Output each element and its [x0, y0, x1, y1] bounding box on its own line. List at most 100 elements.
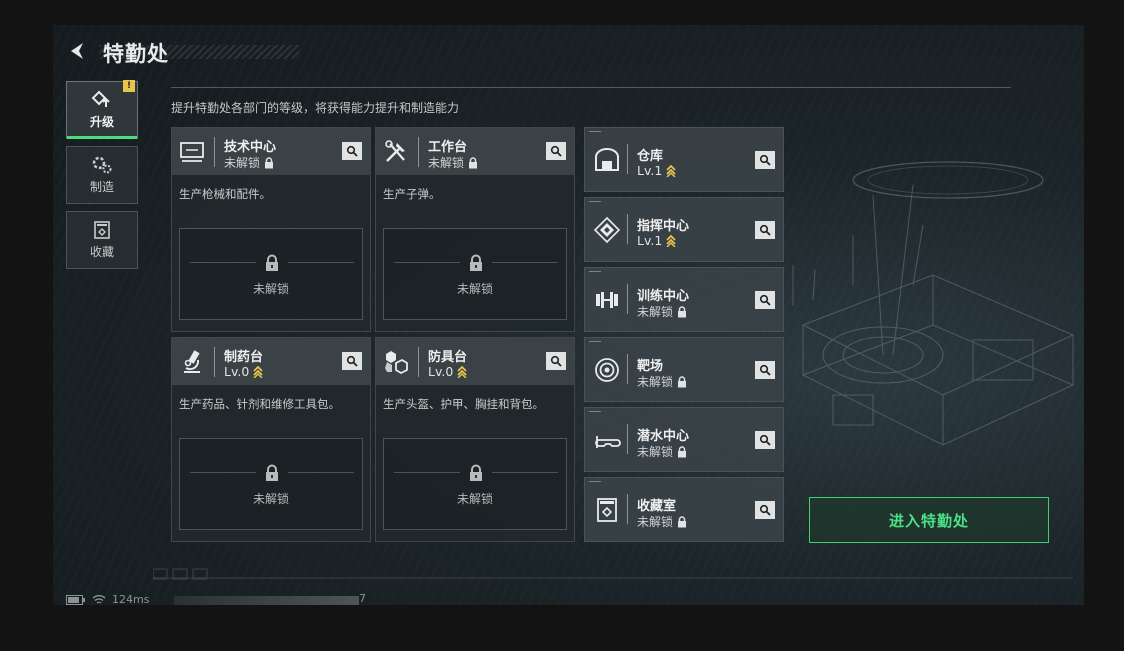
- card-status: 未解锁: [637, 303, 687, 320]
- lock-icon: [678, 375, 687, 387]
- battery-icon: [66, 594, 85, 605]
- collection-icon: [94, 221, 110, 239]
- locked-text: 未解锁: [252, 492, 289, 506]
- dept-card-diving-center[interactable]: 潜水中心 未解锁: [584, 407, 784, 472]
- dept-card-tech-center[interactable]: 技术中心 未解锁 生产枪械和配件。 未解锁: [171, 127, 371, 332]
- separator: [418, 347, 419, 377]
- dept-card-armor-bench[interactable]: 防具台 Lv.0 生产头盔、护甲、胸挂和背包。 未解锁: [375, 337, 575, 542]
- lock-icon: [678, 515, 687, 527]
- inspect-button[interactable]: [755, 221, 775, 239]
- lock-icon: [266, 254, 278, 271]
- counter-text: 7: [359, 592, 366, 605]
- nav-tab-craft[interactable]: 制造: [66, 146, 138, 204]
- card-name: 制药台: [224, 350, 264, 365]
- card-description: 生产子弹。: [383, 187, 441, 201]
- page-subtitle: 提升特勤处各部门的等级，将获得能力提升和制造能力: [171, 101, 460, 115]
- ping-text: 124ms: [112, 593, 150, 605]
- deco-line: [492, 262, 558, 263]
- upgrade-icon: [91, 90, 110, 107]
- warehouse-icon: [595, 148, 619, 171]
- card-name: 收藏室: [637, 499, 677, 514]
- lock-icon: [266, 464, 278, 481]
- inspect-button[interactable]: [546, 142, 566, 160]
- magnifier-icon: [759, 294, 771, 306]
- page-title: 特勤处: [103, 42, 169, 66]
- status-text: 未解锁: [637, 305, 674, 319]
- inspect-button[interactable]: [755, 361, 775, 379]
- lock-icon: [265, 156, 274, 168]
- tools-icon: [385, 140, 405, 162]
- level-text: Lv.0: [428, 364, 454, 379]
- nav-tab-collection[interactable]: 收藏: [66, 211, 138, 269]
- inspect-button[interactable]: [755, 431, 775, 449]
- dept-card-collection-room[interactable]: 收藏室 未解锁: [584, 477, 784, 542]
- card-name: 训练中心: [637, 289, 690, 304]
- card-status: 未解锁: [637, 513, 687, 530]
- magnifier-icon: [759, 504, 771, 516]
- deco-line: [288, 262, 354, 263]
- locked-slot: 未解锁: [179, 438, 363, 530]
- card-name: 指挥中心: [637, 219, 690, 234]
- dumbbell-icon: [596, 292, 618, 308]
- separator: [627, 494, 628, 524]
- dept-card-pharmacy[interactable]: 制药台 Lv.0 生产药品、针剂和维修工具包。 未解锁: [171, 337, 371, 542]
- locked-text: 未解锁: [252, 282, 289, 296]
- inspect-button[interactable]: [546, 352, 566, 370]
- magnifier-icon: [759, 154, 771, 166]
- command-icon: [593, 216, 621, 244]
- base-blueprint-illustration: [792, 161, 1075, 446]
- magnifier-icon: [759, 434, 771, 446]
- inspect-button[interactable]: [342, 352, 362, 370]
- magnifier-icon: [346, 355, 358, 367]
- nav-label: 收藏: [89, 245, 114, 259]
- dept-card-warehouse[interactable]: 仓库 Lv.1: [584, 127, 784, 192]
- app-frame: 特勤处 ! 升级 制造 收藏 提升特勤处各部门的等级，将获得能力提升和制造能力: [0, 0, 1124, 651]
- lock-icon: [678, 445, 687, 457]
- card-status: Lv.1: [637, 233, 676, 248]
- magnifier-icon: [346, 145, 358, 157]
- dept-card-shooting-range[interactable]: 靶场 未解锁: [584, 337, 784, 402]
- gears-icon: [92, 156, 112, 174]
- inspect-button[interactable]: [342, 142, 362, 160]
- inspect-button[interactable]: [755, 501, 775, 519]
- locked-text: 未解锁: [456, 282, 493, 296]
- separator: [627, 144, 628, 174]
- nav-tab-upgrade[interactable]: ! 升级: [66, 80, 138, 139]
- inspect-button[interactable]: [755, 291, 775, 309]
- computer-icon: [180, 142, 204, 162]
- deco-line: [190, 472, 256, 473]
- card-header: 制药台 Lv.0: [172, 338, 370, 385]
- card-name: 技术中心: [224, 140, 277, 155]
- magnifier-icon: [550, 145, 562, 157]
- locked-slot: 未解锁: [179, 228, 363, 320]
- dept-card-training-center[interactable]: 训练中心 未解锁: [584, 267, 784, 332]
- separator: [627, 284, 628, 314]
- dept-card-workbench[interactable]: 工作台 未解锁 生产子弹。 未解锁: [375, 127, 575, 332]
- lock-icon: [469, 156, 478, 168]
- locked-slot: 未解锁: [383, 438, 567, 530]
- magnifier-icon: [550, 355, 562, 367]
- level-text: Lv.1: [637, 233, 663, 248]
- separator: [627, 214, 628, 244]
- deco-line: [492, 472, 558, 473]
- card-status: 未解锁: [224, 154, 274, 171]
- level-text: Lv.1: [637, 163, 663, 178]
- status-text: 未解锁: [637, 445, 674, 459]
- diving-mask-icon: [595, 436, 621, 448]
- upgrade-chevron-icon: [666, 164, 676, 177]
- magnifier-icon: [759, 224, 771, 236]
- card-description: 生产药品、针剂和维修工具包。: [179, 397, 340, 411]
- status-text: 未解锁: [224, 156, 261, 170]
- level-text: Lv.0: [224, 364, 250, 379]
- back-arrow-icon[interactable]: [67, 40, 89, 62]
- enter-special-ops-button[interactable]: 进入特勤处: [809, 497, 1049, 543]
- status-text: 未解锁: [637, 515, 674, 529]
- card-name: 工作台: [428, 140, 468, 155]
- deco-line: [190, 262, 256, 263]
- inspect-button[interactable]: [755, 151, 775, 169]
- nav-label: 制造: [89, 180, 114, 194]
- card-description: 生产头盔、护甲、胸挂和背包。: [383, 397, 544, 411]
- dept-card-command-center[interactable]: 指挥中心 Lv.1: [584, 197, 784, 262]
- card-header: 工作台 未解锁: [376, 128, 574, 175]
- card-name: 防具台: [428, 350, 468, 365]
